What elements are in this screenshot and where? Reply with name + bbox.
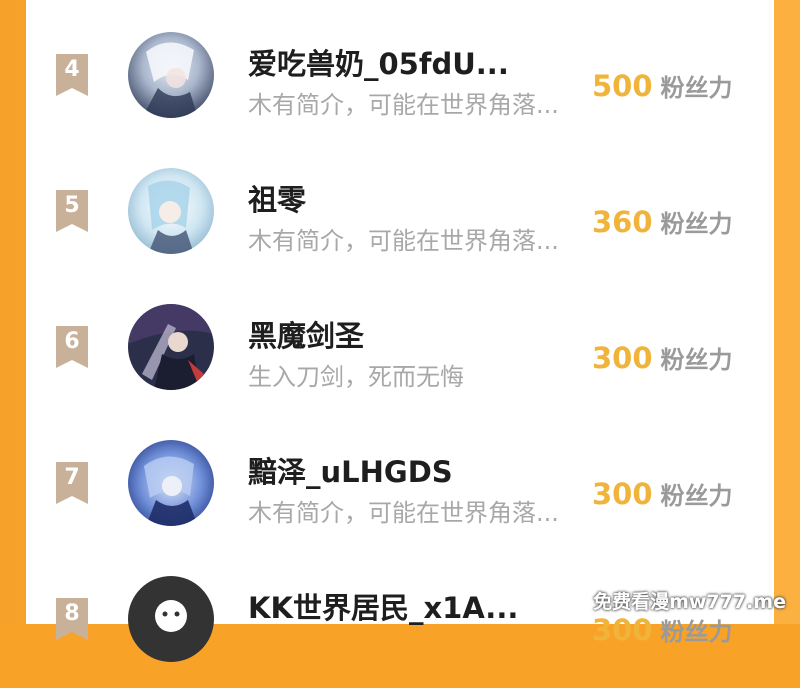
user-bio: 生入刀剑，死而无悔 [248,362,588,392]
fans-score: 500 粉丝力 [592,68,772,109]
rank-badge: 5 [54,188,90,234]
fans-count: 360 [592,205,653,239]
user-bio: 木有简介，可能在世界角落... [248,226,588,256]
user-bio: 木有简介，可能在世界角落... [248,498,588,528]
user-bio: 木有简介，可能在世界角落... [248,90,588,120]
fans-label: 粉丝力 [661,618,733,646]
user-name[interactable]: 黯泽_uLHGDS [248,454,588,490]
avatar[interactable] [128,440,214,526]
default-avatar-icon [128,576,214,662]
fans-score: 360 粉丝力 [592,204,772,245]
rank-number: 4 [54,57,90,83]
rank-number: 8 [54,601,90,627]
avatar[interactable] [128,168,214,254]
fans-label: 粉丝力 [661,346,733,374]
user-name[interactable]: 爱吃兽奶_05fdU... [248,46,588,82]
fans-count: 300 [592,613,653,647]
user-name[interactable]: KK世界居民_x1A... [248,590,588,626]
user-name[interactable]: 祖零 [248,182,588,218]
rank-badge: 7 [54,460,90,506]
fans-score: 300 粉丝力 [592,612,772,653]
fans-count: 500 [592,69,653,103]
leaderboard-row[interactable]: 6 黑魔剑圣 生入刀剑，死而无悔 300 粉丝力 [26,280,774,416]
watermark: 免费看漫mw777.me [593,587,786,614]
avatar[interactable] [128,576,214,662]
rank-number: 7 [54,465,90,491]
fans-score: 300 粉丝力 [592,340,772,381]
fans-label: 粉丝力 [661,74,733,102]
fans-count: 300 [592,341,653,375]
fans-score: 300 粉丝力 [592,476,772,517]
leaderboard-card: 4 爱吃兽奶_05fdU... [26,0,774,624]
fans-label: 粉丝力 [661,210,733,238]
leaderboard-row[interactable]: 7 黯泽_uLHGDS [26,416,774,552]
leaderboard-row[interactable]: 5 祖零 木有简介，可能 [26,144,774,280]
user-name[interactable]: 黑魔剑圣 [248,318,588,354]
fans-label: 粉丝力 [661,482,733,510]
fans-count: 300 [592,477,653,511]
orange-frame: 4 爱吃兽奶_05fdU... [0,0,800,624]
rank-number: 6 [54,329,90,355]
rank-badge: 8 [54,596,90,642]
rank-badge: 6 [54,324,90,370]
leaderboard-row[interactable]: 4 爱吃兽奶_05fdU... [26,8,774,144]
rank-number: 5 [54,193,90,219]
rank-badge: 4 [54,52,90,98]
avatar[interactable] [128,32,214,118]
leaderboard-row[interactable]: 8 KK世界居民_x1A... 300 粉丝力 [26,552,774,688]
avatar[interactable] [128,304,214,390]
